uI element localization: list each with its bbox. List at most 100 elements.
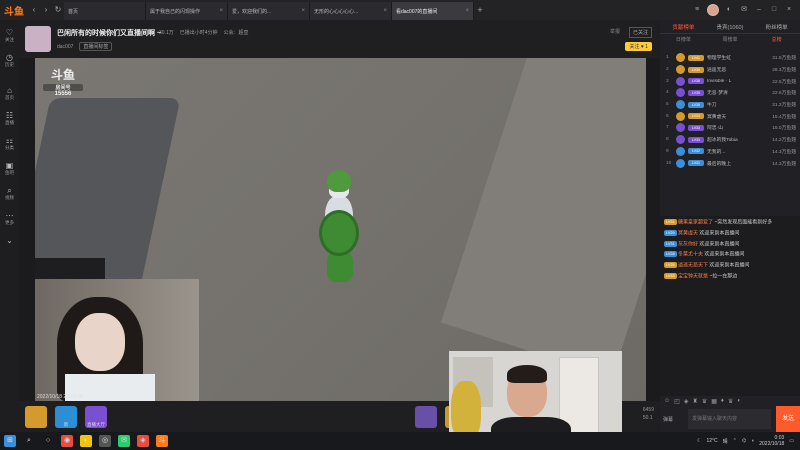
rank-value: 22.5万鱼翅: [772, 79, 796, 85]
rank-row[interactable]: 4 LV35 无忌·梦清 22.6万鱼翅: [660, 87, 800, 99]
report-link[interactable]: 举报: [610, 28, 620, 35]
chat-tool-icon[interactable]: ♛: [702, 398, 707, 405]
rank-row[interactable]: 3 LV38 Invisible · L 22.5万鱼翅: [660, 75, 800, 87]
wechat-icon[interactable]: ✉: [118, 435, 130, 447]
tab-vip[interactable]: 贵宾(1060): [707, 23, 754, 31]
app-icon[interactable]: ◎: [99, 435, 111, 447]
start-icon[interactable]: ⊞: [4, 435, 16, 447]
followed-button[interactable]: 已关注: [628, 27, 652, 38]
task-view-icon[interactable]: ○: [42, 435, 54, 447]
browser-tab[interactable]: 爱，欢迎我们的... ×: [228, 2, 310, 20]
browser-tab[interactable]: 首页: [64, 2, 146, 20]
chat-username[interactable]: 糖果皇家超爱了: [678, 219, 713, 225]
douyu-icon[interactable]: 斗: [156, 435, 168, 447]
nav-history[interactable]: ◷ 历史: [5, 53, 14, 68]
forward-icon[interactable]: ›: [40, 4, 52, 16]
host-name[interactable]: dac007: [57, 44, 73, 50]
app-logo[interactable]: 斗鱼: [0, 0, 28, 20]
chat-tool-icon[interactable]: ♦: [721, 398, 724, 404]
new-tab-icon[interactable]: +: [474, 5, 486, 15]
rank-row[interactable]: 9 LV32 无我的... 14.3万鱼翅: [660, 146, 800, 158]
subtab-week[interactable]: 周榜单: [707, 36, 754, 43]
rank-row[interactable]: 8 LV33 超冰的我Tobia 14.2万鱼翅: [660, 134, 800, 146]
chat-username[interactable]: 灰灰你好: [678, 241, 698, 247]
nav-forum[interactable]: ▣ 鱼吧: [5, 161, 14, 176]
collapse-chevron-icon[interactable]: ⌄: [6, 236, 13, 245]
rank-row[interactable]: 10 LV31 最后的晚上 14.3万鱼翅: [660, 157, 800, 169]
streamer-avatar[interactable]: [25, 26, 51, 52]
room-tag-button[interactable]: 直播间标签: [79, 42, 113, 51]
tab-fans[interactable]: 粉丝榜单: [753, 23, 800, 31]
rank-number: 1: [666, 55, 669, 61]
chat-tool-icon[interactable]: ▦: [711, 398, 717, 405]
chat-username[interactable]: 冬菜尤十夫: [678, 252, 703, 258]
chat-input[interactable]: [688, 409, 771, 429]
back-icon[interactable]: ‹: [28, 4, 40, 16]
danmu-label[interactable]: 弹幕: [663, 416, 685, 423]
notification-icon[interactable]: ▭: [789, 438, 794, 444]
webcam-left: 2022/10/18 23:10:18: [35, 279, 199, 401]
gift-icon[interactable]: 新: [55, 405, 77, 428]
chat-tool-icon[interactable]: ♜: [692, 398, 697, 405]
rank-row[interactable]: 2 LV39 逍遥无忌 28.3万鱼翅: [660, 64, 800, 76]
minimize-icon[interactable]: –: [754, 5, 764, 15]
send-button[interactable]: 发送: [776, 406, 800, 432]
rank-row[interactable]: 6 LV34 冥黄虚天 15.4万鱼翅: [660, 110, 800, 122]
chat-tool-icon[interactable]: ♛: [728, 398, 733, 405]
chrome-icon[interactable]: ◉: [61, 435, 73, 447]
chat-tool-icon[interactable]: ☺: [664, 398, 670, 404]
close-icon[interactable]: ×: [301, 8, 305, 14]
level-badge: LV31: [664, 219, 677, 225]
browser-tab-active[interactable]: 看dac007的直播间 ×: [392, 2, 474, 20]
chat-username[interactable]: 逍遥无忌天下: [678, 263, 708, 269]
maximize-icon[interactable]: □: [769, 5, 779, 15]
chat-tool-icon[interactable]: ◰: [674, 398, 680, 405]
trophy-icon[interactable]: [25, 405, 47, 428]
nav-category[interactable]: ⚏ 分类: [5, 136, 14, 151]
browser-tab[interactable]: 属于我自己的闪现操作 ×: [146, 2, 228, 20]
tab-label: 看dac007的直播间: [396, 8, 438, 15]
browser-tab[interactable]: 无形的心心心心心... ×: [310, 2, 392, 20]
nav-home[interactable]: ⌂ 首页: [5, 86, 14, 101]
rank-value: 21.3万鱼翅: [772, 103, 796, 109]
rank-name: 冥黄虚天: [707, 114, 727, 120]
rank-value: 31.5万鱼翅: [772, 56, 796, 62]
nav-video[interactable]: ⌕ 视频: [5, 186, 14, 201]
chat-tool-icon[interactable]: ◐: [737, 398, 741, 404]
event-icon[interactable]: 直播大厅: [85, 405, 107, 428]
nav-live[interactable]: ☷ 直播: [5, 111, 14, 126]
menu-icon[interactable]: ≡: [692, 5, 702, 15]
subtab-total[interactable]: 总榜: [753, 36, 800, 43]
tab-contribution[interactable]: 贡献榜单: [660, 23, 707, 31]
close-icon[interactable]: ×: [219, 8, 223, 14]
rank-row[interactable]: 5 LV35 牛刀 21.3万鱼翅: [660, 99, 800, 111]
network-icon[interactable]: ⌬: [742, 438, 746, 444]
rank-row[interactable]: 1 LV41 物理学生虹 31.5万鱼翅: [660, 52, 800, 64]
skin-icon[interactable]: ◐: [724, 5, 734, 15]
subtab-day[interactable]: 日榜单: [660, 36, 707, 43]
rank-value: 14.3万鱼翅: [772, 161, 796, 167]
badge-icon[interactable]: [415, 405, 437, 428]
message-icon[interactable]: ✉: [739, 5, 749, 15]
follow-button[interactable]: 关注 ♥ 1: [625, 42, 652, 51]
tray-chevron-icon[interactable]: ⌃: [733, 438, 737, 444]
stat-line: 50.1: [642, 415, 653, 421]
app-icon[interactable]: ◐: [80, 435, 92, 447]
app-icon[interactable]: ◈: [137, 435, 149, 447]
user-avatar[interactable]: [707, 4, 719, 16]
close-window-icon[interactable]: ×: [784, 5, 794, 15]
nav-follow[interactable]: ♡ 关注: [5, 28, 14, 43]
volume-icon[interactable]: ◖: [751, 438, 754, 444]
right-panel: 贡献榜单 贵宾(1060) 粉丝榜单 日榜单 周榜单 总榜 1 LV41 物理学…: [660, 20, 800, 432]
close-icon[interactable]: ×: [383, 8, 387, 14]
close-icon[interactable]: ×: [465, 8, 469, 14]
search-icon[interactable]: ⌕: [23, 435, 35, 447]
refresh-icon[interactable]: ↻: [52, 4, 64, 16]
rank-avatar: [676, 88, 685, 98]
nav-more[interactable]: ⋯ 更多: [5, 211, 14, 226]
rank-row[interactable]: 7 LV33 阿忠·山 15.0万鱼翅: [660, 122, 800, 134]
chat-username[interactable]: 宝宝钟天就是: [678, 273, 708, 279]
chat-tool-icon[interactable]: ◈: [684, 398, 689, 405]
clock[interactable]: 0:03 2022/10/18: [759, 435, 784, 447]
chat-username[interactable]: 冥黄虚天: [678, 230, 698, 236]
